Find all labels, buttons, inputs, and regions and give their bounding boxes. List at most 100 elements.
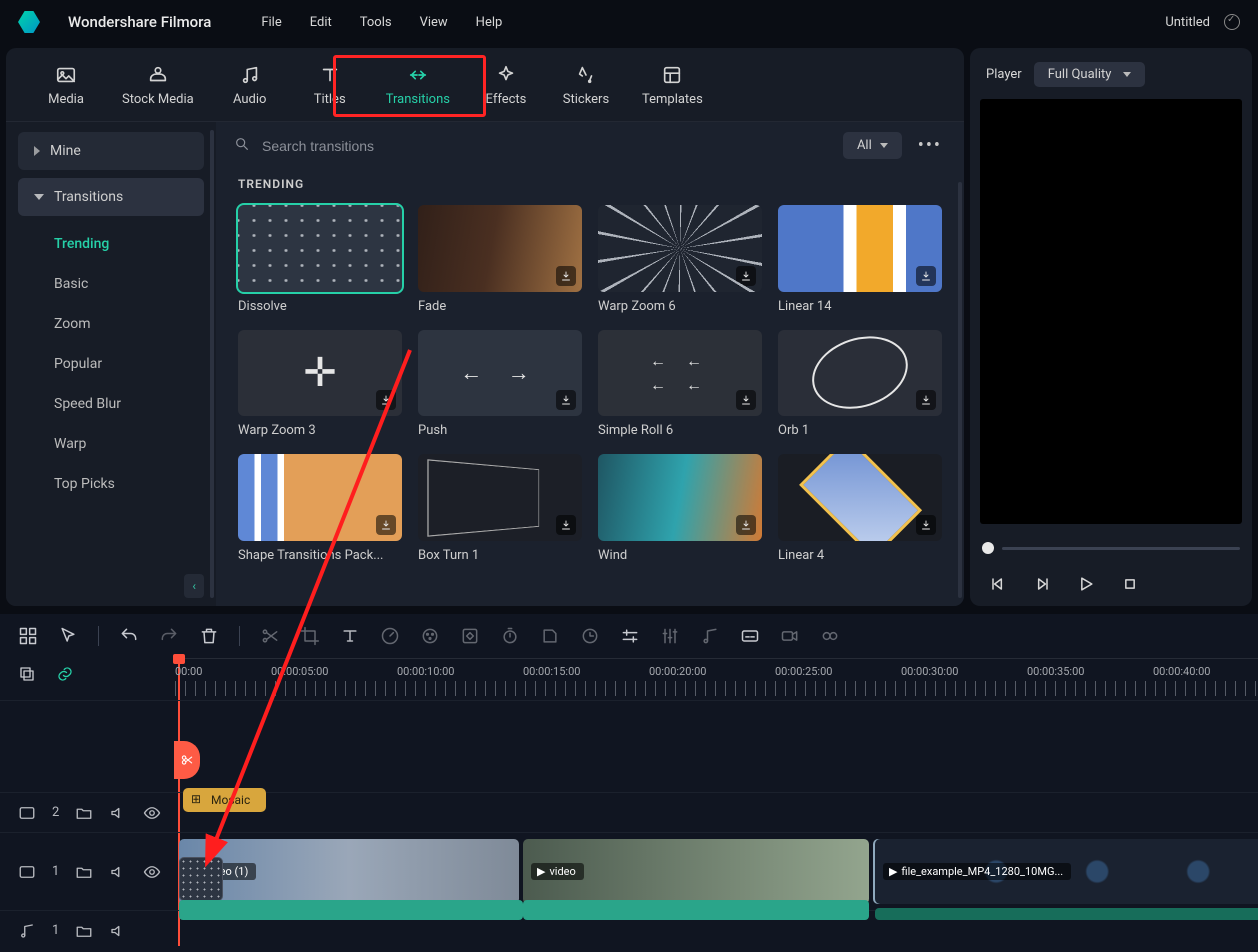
transition-card[interactable]: Linear 4	[778, 454, 942, 563]
tab-templates[interactable]: Templates	[636, 60, 709, 111]
download-icon[interactable]	[376, 390, 396, 410]
transition-thumb[interactable]	[778, 454, 942, 541]
transition-card[interactable]: Shape Transitions Pack...	[238, 454, 402, 563]
mark-out-icon[interactable]	[580, 626, 600, 646]
keyframe-icon[interactable]	[460, 626, 480, 646]
download-icon[interactable]	[376, 515, 396, 535]
play-next-button[interactable]	[1032, 574, 1052, 594]
split-icon[interactable]	[260, 626, 280, 646]
transition-card[interactable]: Orb 1	[778, 330, 942, 439]
download-icon[interactable]	[556, 266, 576, 286]
record-icon[interactable]	[780, 626, 800, 646]
sidebar-item-top-picks[interactable]: Top Picks	[18, 464, 204, 504]
folder-icon[interactable]	[75, 922, 93, 940]
subtitle-icon[interactable]	[740, 626, 760, 646]
play-button[interactable]	[1076, 574, 1096, 594]
video-clip-4[interactable]: ▶ file_example_MP4_1280_10MG...	[875, 839, 1258, 904]
transition-thumb[interactable]	[598, 330, 762, 417]
transition-card[interactable]: Fade	[418, 205, 582, 314]
tab-titles[interactable]: Titles	[300, 60, 360, 111]
motion-icon[interactable]	[820, 626, 840, 646]
sidebar-item-warp[interactable]: Warp	[18, 424, 204, 464]
download-icon[interactable]	[916, 266, 936, 286]
transition-card[interactable]: Dissolve	[238, 205, 402, 314]
color-icon[interactable]	[420, 626, 440, 646]
menu-file[interactable]: File	[261, 15, 281, 30]
more-options-icon[interactable]: •••	[914, 135, 946, 156]
crop-icon[interactable]	[300, 626, 320, 646]
transition-thumb[interactable]	[418, 330, 582, 417]
delete-icon[interactable]	[199, 626, 219, 646]
cursor-icon[interactable]	[58, 626, 78, 646]
tab-effects[interactable]: Effects	[476, 60, 536, 111]
folder-icon[interactable]	[75, 804, 93, 822]
stop-button[interactable]	[1120, 574, 1140, 594]
transition-thumb[interactable]	[238, 205, 402, 292]
transition-thumb[interactable]	[598, 454, 762, 541]
video-clip-2[interactable]: ▶ video	[523, 839, 869, 904]
applied-transition-dissolve[interactable]	[179, 857, 223, 901]
sidebar-item-zoom[interactable]: Zoom	[18, 304, 204, 344]
tab-transitions[interactable]: Transitions	[380, 60, 456, 111]
menu-view[interactable]: View	[420, 15, 448, 30]
razor-indicator-icon[interactable]	[174, 741, 200, 779]
adjust-icon[interactable]	[620, 626, 640, 646]
visibility-icon[interactable]	[143, 804, 161, 822]
project-title[interactable]: Untitled	[1165, 15, 1210, 30]
menu-tools[interactable]: Tools	[360, 15, 392, 30]
video-clip-1[interactable]: ▶ video (1)	[179, 839, 519, 904]
timer-icon[interactable]	[500, 626, 520, 646]
sidebar-item-trending[interactable]: Trending	[18, 224, 204, 264]
tab-stock-media[interactable]: Stock Media	[116, 60, 200, 111]
mute-icon[interactable]	[109, 922, 127, 940]
quality-dropdown[interactable]: Full Quality	[1034, 62, 1146, 87]
filter-dropdown[interactable]: All	[843, 132, 902, 159]
mark-in-icon[interactable]	[540, 626, 560, 646]
mixer-icon[interactable]	[660, 626, 680, 646]
transition-thumb[interactable]	[778, 205, 942, 292]
sidebar-item-basic[interactable]: Basic	[18, 264, 204, 304]
download-icon[interactable]	[736, 390, 756, 410]
transition-thumb[interactable]	[598, 205, 762, 292]
time-ruler[interactable]: 00:00 00:00:05:00 00:00:10:00 00:00:15:0…	[175, 658, 1258, 696]
transition-thumb[interactable]	[238, 454, 402, 541]
folder-icon[interactable]	[75, 863, 93, 881]
download-icon[interactable]	[916, 515, 936, 535]
sync-status-icon[interactable]	[1224, 14, 1240, 30]
sidebar-scrollbar[interactable]	[210, 130, 214, 598]
download-icon[interactable]	[736, 266, 756, 286]
audio-track-1[interactable]: 1	[0, 910, 1258, 948]
content-scrollbar[interactable]	[958, 182, 962, 598]
prev-frame-button[interactable]	[988, 574, 1008, 594]
transition-card[interactable]: Box Turn 1	[418, 454, 582, 563]
transition-card[interactable]: Wind	[598, 454, 762, 563]
download-icon[interactable]	[736, 515, 756, 535]
seek-knob[interactable]	[982, 542, 994, 554]
overlay-track-2[interactable]: 2 Mosaic	[0, 792, 1258, 832]
transition-thumb[interactable]	[778, 330, 942, 417]
text-icon[interactable]	[340, 626, 360, 646]
transition-card[interactable]: Warp Zoom 6	[598, 205, 762, 314]
download-icon[interactable]	[556, 390, 576, 410]
transition-thumb[interactable]	[238, 330, 402, 417]
transition-card[interactable]: Linear 14	[778, 205, 942, 314]
layout-icon[interactable]	[18, 626, 38, 646]
menu-help[interactable]: Help	[476, 15, 503, 30]
speed-icon[interactable]	[380, 626, 400, 646]
seek-bar[interactable]	[982, 542, 1240, 554]
sidebar-collapse-button[interactable]: ‹	[184, 574, 204, 598]
add-track-icon[interactable]	[18, 665, 36, 683]
mute-icon[interactable]	[109, 804, 127, 822]
sidebar-group-transitions[interactable]: Transitions	[18, 178, 204, 216]
mosaic-effect-clip[interactable]: Mosaic	[183, 788, 266, 812]
sidebar-group-mine[interactable]: Mine	[18, 132, 204, 170]
sidebar-item-speed-blur[interactable]: Speed Blur	[18, 384, 204, 424]
mute-icon[interactable]	[109, 863, 127, 881]
video-track-1[interactable]: 1 ▶ video (1) ▶ video ▶ file_example	[0, 832, 1258, 910]
tab-media[interactable]: Media	[36, 60, 96, 111]
transition-card[interactable]: Simple Roll 6	[598, 330, 762, 439]
sidebar-item-popular[interactable]: Popular	[18, 344, 204, 384]
redo-icon[interactable]	[159, 626, 179, 646]
search-input[interactable]	[262, 138, 831, 154]
tab-audio[interactable]: Audio	[220, 60, 280, 111]
